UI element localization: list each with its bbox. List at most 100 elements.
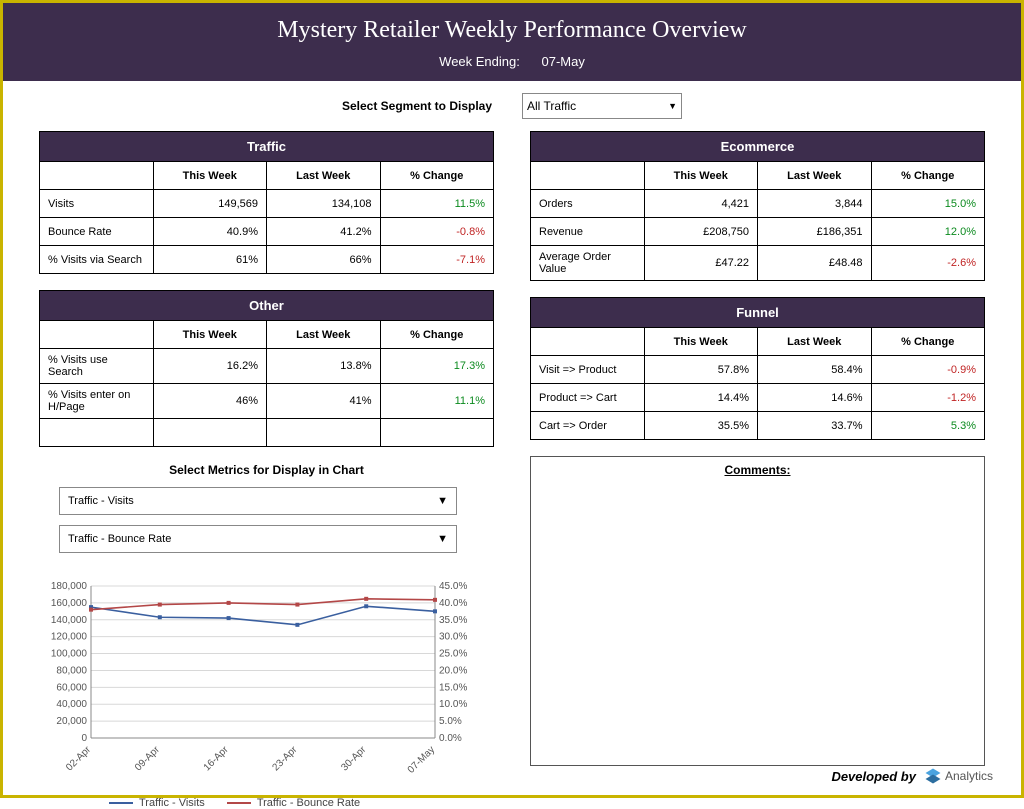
this-week-value: 46% [153, 384, 267, 419]
footer: Developed by Analytics [831, 767, 993, 785]
last-week-value: 3,844 [758, 190, 872, 218]
last-week-value: 66% [267, 246, 381, 274]
svg-text:09-Apr: 09-Apr [133, 744, 162, 773]
svg-text:60,000: 60,000 [56, 682, 87, 693]
svg-text:30.0%: 30.0% [439, 632, 467, 643]
this-week-value: 61% [153, 246, 267, 274]
page-title: Mystery Retailer Weekly Performance Over… [3, 17, 1021, 44]
svg-text:16-Apr: 16-Apr [202, 744, 231, 773]
last-week-value: 13.8% [267, 349, 381, 384]
this-week-value: 4,421 [644, 190, 758, 218]
comments-title: Comments: [537, 463, 978, 477]
svg-text:10.0%: 10.0% [439, 699, 467, 710]
chevron-down-icon: ▼ [437, 533, 448, 545]
chevron-down-icon: ▼ [668, 101, 677, 111]
table-row: % Visits enter on H/Page46%41%11.1% [40, 384, 494, 419]
svg-text:35.0%: 35.0% [439, 615, 467, 626]
table-row: Cart => Order35.5%33.7%5.3% [531, 412, 985, 440]
row-label: Orders [531, 190, 645, 218]
row-label: Average Order Value [531, 246, 645, 281]
chart-legend: Traffic - Visits Traffic - Bounce Rate [109, 797, 494, 809]
row-label: Bounce Rate [40, 218, 154, 246]
last-week-value: 134,108 [267, 190, 381, 218]
pct-change-value [380, 419, 494, 447]
pct-change-value: -2.6% [871, 246, 985, 281]
pct-change-value: 5.3% [871, 412, 985, 440]
svg-text:20.0%: 20.0% [439, 665, 467, 676]
svg-text:160,000: 160,000 [51, 598, 88, 609]
row-label: % Visits via Search [40, 246, 154, 274]
svg-text:15.0%: 15.0% [439, 682, 467, 693]
table-row: Average Order Value£47.22£48.48-2.6% [531, 246, 985, 281]
row-label: Visits [40, 190, 154, 218]
comments-box[interactable]: Comments: [530, 456, 985, 766]
pct-change-value: -1.2% [871, 384, 985, 412]
last-week-value: £186,351 [758, 218, 872, 246]
chevron-down-icon: ▼ [437, 495, 448, 507]
this-week-value: 57.8% [644, 356, 758, 384]
brand-logo: Analytics [924, 767, 993, 785]
svg-text:25.0%: 25.0% [439, 649, 467, 660]
svg-text:30-Apr: 30-Apr [339, 744, 368, 773]
this-week-value: £208,750 [644, 218, 758, 246]
svg-text:02-Apr: 02-Apr [64, 744, 93, 773]
svg-text:07-May: 07-May [406, 744, 437, 775]
week-ending-value: 07-May [541, 54, 584, 69]
svg-text:80,000: 80,000 [56, 665, 87, 676]
svg-text:45.0%: 45.0% [439, 581, 467, 592]
svg-text:40.0%: 40.0% [439, 598, 467, 609]
segment-select[interactable]: All Traffic ▼ [522, 93, 682, 119]
row-label: % Visits enter on H/Page [40, 384, 154, 419]
svg-text:0.0%: 0.0% [439, 733, 462, 744]
last-week-value: 41.2% [267, 218, 381, 246]
this-week-value: £47.22 [644, 246, 758, 281]
svg-text:20,000: 20,000 [56, 716, 87, 727]
last-week-value: 41% [267, 384, 381, 419]
week-ending: Week Ending: 07-May [3, 54, 1021, 69]
table-row: Visits149,569134,10811.5% [40, 190, 494, 218]
header: Mystery Retailer Weekly Performance Over… [3, 3, 1021, 81]
svg-text:100,000: 100,000 [51, 649, 88, 660]
svg-text:0: 0 [81, 733, 87, 744]
chart-metric-select-title: Select Metrics for Display in Chart [39, 463, 494, 477]
row-label [40, 419, 154, 447]
svg-text:23-Apr: 23-Apr [271, 744, 300, 773]
table-row [40, 419, 494, 447]
this-week-value: 14.4% [644, 384, 758, 412]
table-row: % Visits via Search61%66%-7.1% [40, 246, 494, 274]
this-week-value: 16.2% [153, 349, 267, 384]
last-week-value: 33.7% [758, 412, 872, 440]
pct-change-value: -0.9% [871, 356, 985, 384]
other-table: Other This Week Last Week % Change % Vis… [39, 290, 494, 447]
last-week-value [267, 419, 381, 447]
table-row: Product => Cart14.4%14.6%-1.2% [531, 384, 985, 412]
metric-select-2[interactable]: Traffic - Bounce Rate ▼ [59, 525, 457, 553]
traffic-title: Traffic [40, 132, 494, 162]
row-label: Cart => Order [531, 412, 645, 440]
row-label: Revenue [531, 218, 645, 246]
metric-select-1[interactable]: Traffic - Visits ▼ [59, 487, 457, 515]
other-title: Other [40, 291, 494, 321]
funnel-title: Funnel [531, 298, 985, 328]
table-row: Orders4,4213,84415.0% [531, 190, 985, 218]
table-row: Bounce Rate40.9%41.2%-0.8% [40, 218, 494, 246]
line-chart: 020,00040,00060,00080,000100,000120,0001… [39, 563, 479, 793]
svg-text:180,000: 180,000 [51, 581, 88, 592]
footer-text: Developed by [831, 769, 916, 784]
last-week-value: 14.6% [758, 384, 872, 412]
pct-change-value: 15.0% [871, 190, 985, 218]
this-week-value [153, 419, 267, 447]
svg-text:140,000: 140,000 [51, 615, 88, 626]
pct-change-value: 11.5% [380, 190, 494, 218]
traffic-table: Traffic This Week Last Week % Change Vis… [39, 131, 494, 274]
segment-label: Select Segment to Display [342, 99, 492, 113]
svg-text:5.0%: 5.0% [439, 716, 462, 727]
pct-change-value: 11.1% [380, 384, 494, 419]
row-label: Product => Cart [531, 384, 645, 412]
this-week-value: 149,569 [153, 190, 267, 218]
ecommerce-title: Ecommerce [531, 132, 985, 162]
last-week-value: £48.48 [758, 246, 872, 281]
this-week-value: 35.5% [644, 412, 758, 440]
table-row: Revenue£208,750£186,35112.0% [531, 218, 985, 246]
segment-select-value: All Traffic [527, 99, 576, 113]
